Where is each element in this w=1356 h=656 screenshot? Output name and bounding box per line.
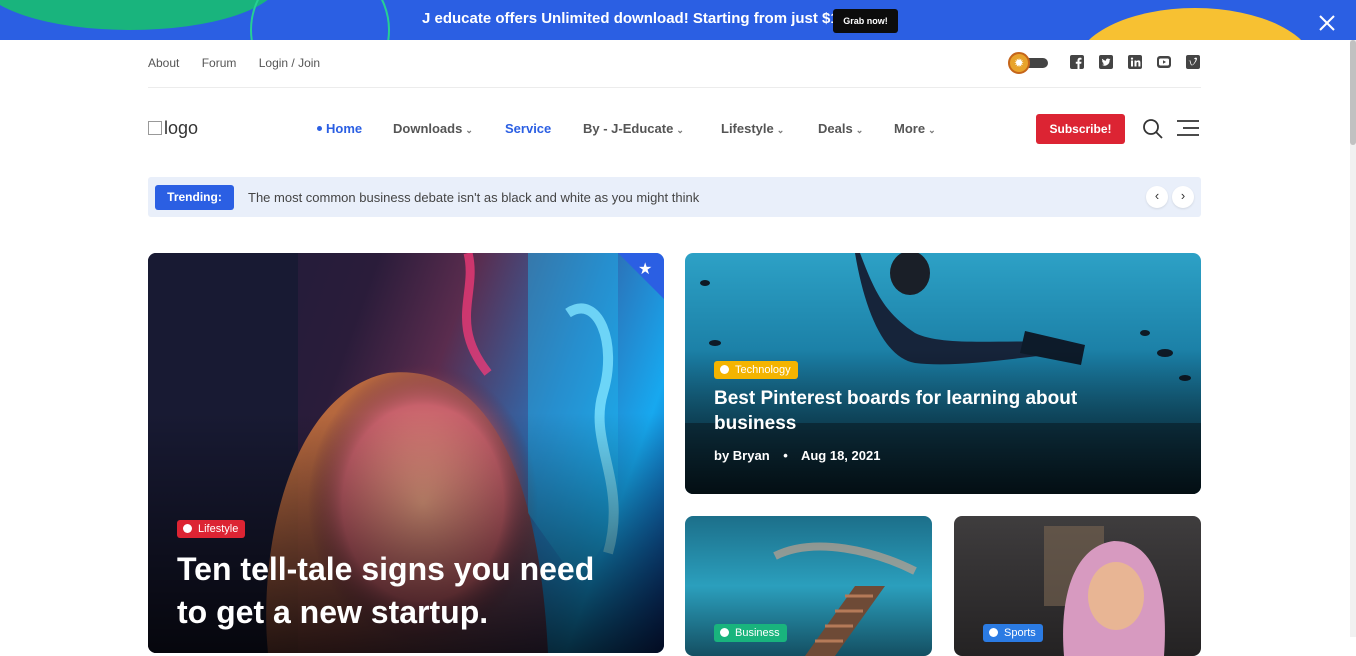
promo-decoration: [250, 0, 390, 40]
vimeo-icon[interactable]: [1185, 54, 1201, 70]
promo-decoration: [1075, 8, 1315, 40]
promo-decoration: [0, 0, 280, 30]
tag-dot: [720, 365, 729, 374]
about-link[interactable]: About: [148, 56, 179, 70]
promo-bar: J educate offers Unlimited download! Sta…: [0, 0, 1356, 40]
site-logo[interactable]: logo: [148, 118, 198, 139]
post-meta: by Bryan • Aug 18, 2021: [714, 448, 880, 463]
tag-dot: [720, 628, 729, 637]
subscribe-button[interactable]: Subscribe!: [1036, 114, 1125, 144]
post-card-technology[interactable]: Technology Best Pinterest boards for lea…: [685, 253, 1201, 494]
scrollbar-thumb[interactable]: [1350, 40, 1356, 145]
nav-service[interactable]: Service: [505, 121, 551, 136]
nav-home-label: Home: [326, 121, 363, 136]
nav-deals-label: Deals: [818, 121, 853, 136]
post-title[interactable]: Best Pinterest boards for learning about…: [714, 386, 1184, 436]
category-tag-lifestyle[interactable]: Lifestyle: [177, 520, 246, 538]
youtube-icon[interactable]: [1156, 54, 1172, 70]
featured-post-card[interactable]: ★ Lifestyle Ten tell-tale signs you need…: [148, 253, 664, 653]
featured-post-title[interactable]: Ten tell-tale signs you need to get a ne…: [177, 548, 647, 634]
broken-image-icon: [148, 121, 162, 135]
tag-dot: [989, 628, 998, 637]
post-card-sports[interactable]: Sports: [954, 516, 1201, 656]
promo-text: J educate offers Unlimited download! Sta…: [422, 10, 865, 27]
nav-deals[interactable]: Deals ⌄: [818, 121, 863, 136]
chevron-down-icon: ⌄: [776, 125, 785, 135]
meta-separator: •: [783, 448, 788, 463]
category-tag-technology[interactable]: Technology: [714, 361, 798, 379]
nav-more[interactable]: More ⌄: [894, 121, 936, 136]
nav-lifestyle[interactable]: Lifestyle ⌄: [721, 121, 784, 136]
chevron-left-icon[interactable]: ‹: [1146, 186, 1168, 208]
nav-downloads[interactable]: Downloads ⌄: [393, 121, 473, 136]
divider: [148, 87, 1201, 88]
nav-by-j-educate-label: By - J-Educate: [583, 121, 674, 136]
twitter-icon[interactable]: [1098, 54, 1114, 70]
chevron-right-icon[interactable]: ›: [1172, 186, 1194, 208]
tag-label: Business: [735, 627, 780, 639]
post-date: Aug 18, 2021: [800, 448, 881, 463]
trending-bar: Trending: The most common business debat…: [148, 177, 1201, 217]
title-line: business: [714, 413, 797, 434]
logo-alt-text: logo: [164, 118, 199, 138]
post-card-business[interactable]: Business: [685, 516, 932, 656]
nav-home[interactable]: Home: [317, 121, 362, 136]
close-icon[interactable]: [1316, 12, 1338, 34]
facebook-icon[interactable]: [1069, 54, 1085, 70]
nav-service-label: Service: [505, 121, 552, 136]
top-links: About Forum Login / Join: [148, 56, 339, 70]
category-tag-business[interactable]: Business: [714, 624, 787, 642]
hamburger-menu-icon[interactable]: [1176, 118, 1200, 138]
tag-dot: [183, 524, 192, 533]
title-line: Best Pinterest boards for learning about: [714, 388, 1078, 409]
trending-headline[interactable]: The most common business debate isn't as…: [248, 190, 699, 205]
dark-mode-toggle[interactable]: ✹: [1008, 52, 1049, 74]
title-line: Ten tell-tale signs you need: [177, 551, 595, 587]
nav-more-label: More: [894, 121, 926, 136]
tag-label: Lifestyle: [198, 523, 239, 535]
nav-by-j-educate[interactable]: By - J-Educate ⌄: [583, 121, 684, 136]
login-join-link[interactable]: Login / Join: [259, 56, 320, 70]
category-tag-sports[interactable]: Sports: [983, 624, 1043, 642]
active-dot: [317, 126, 322, 131]
sun-icon: ✹: [1008, 52, 1030, 74]
grab-now-button[interactable]: Grab now!: [833, 9, 898, 33]
chevron-down-icon: ⌄: [855, 125, 864, 135]
star-icon: ★: [638, 261, 653, 278]
trending-badge: Trending:: [155, 185, 234, 210]
forum-link[interactable]: Forum: [202, 56, 237, 70]
chevron-down-icon: ⌄: [676, 125, 684, 135]
tag-label: Technology: [735, 364, 791, 376]
tag-label: Sports: [1004, 627, 1036, 639]
nav-downloads-label: Downloads: [393, 121, 463, 136]
post-author[interactable]: by Bryan: [714, 448, 770, 463]
chevron-down-icon: ⌄: [465, 125, 473, 135]
linkedin-icon[interactable]: [1127, 54, 1143, 70]
nav-lifestyle-label: Lifestyle: [721, 121, 774, 136]
chevron-down-icon: ⌄: [928, 125, 936, 135]
title-line: to get a new startup.: [177, 594, 489, 630]
search-icon[interactable]: [1142, 118, 1164, 140]
